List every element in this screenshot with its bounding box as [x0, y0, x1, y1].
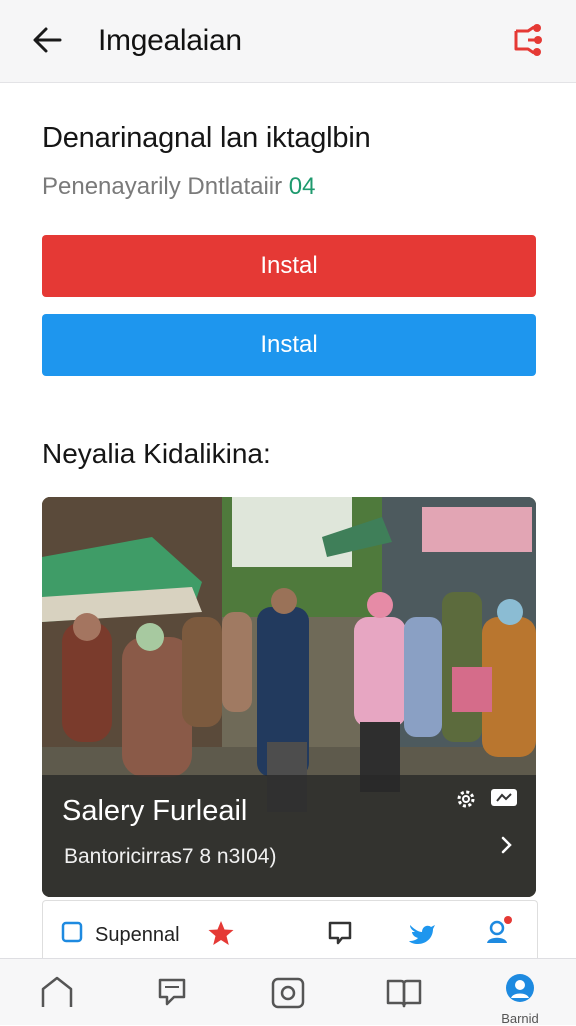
checkbox-icon[interactable] — [61, 921, 83, 943]
subheading-text: Penenayarily Dntlataiir — [42, 173, 289, 200]
install-button-secondary[interactable]: Instal — [42, 314, 536, 376]
bottom-nav: Barnid — [0, 958, 576, 1026]
comment-icon[interactable] — [327, 919, 353, 947]
nav-book[interactable] — [384, 973, 424, 1013]
photo-title: Salery Furleail — [62, 795, 248, 827]
action-label: Supennal — [95, 924, 180, 946]
star-icon[interactable] — [207, 919, 235, 947]
photo-card[interactable]: Salery Furleail Bantoricirras7 8 n3I04) — [42, 497, 536, 897]
book-icon — [386, 979, 422, 1008]
chat-icon — [158, 978, 186, 1006]
video-badge-icon[interactable] — [490, 787, 518, 809]
install-button-primary[interactable]: Instal — [42, 235, 536, 297]
photo-subtitle: Bantoricirras7 8 n3I04) — [64, 845, 277, 868]
back-button[interactable] — [26, 20, 70, 62]
chevron-right-icon[interactable] — [492, 831, 520, 859]
account-icon — [506, 974, 534, 1002]
app-title: Imgealaian — [98, 24, 242, 57]
share-button[interactable] — [508, 20, 548, 60]
home-icon — [41, 976, 73, 1007]
user-icon[interactable] — [483, 915, 513, 947]
action-bar: Supennal — [42, 900, 538, 961]
gear-icon[interactable] — [454, 787, 478, 811]
nav-chat[interactable] — [152, 973, 192, 1013]
page-subheading: Penenayarily Dntlataiir 04 — [42, 172, 316, 202]
section-title: Neyalia Kidalikina: — [42, 438, 271, 469]
subheading-accent: 04 — [288, 173, 316, 200]
nav-camera[interactable] — [268, 973, 308, 1013]
share-icon — [514, 24, 542, 56]
photo-caption-overlay: Salery Furleail Bantoricirras7 8 n3I04) — [42, 775, 536, 897]
page-heading: Denarinagnal lan iktaglbin — [42, 122, 371, 154]
camera-icon — [271, 977, 305, 1009]
nav-home[interactable] — [37, 973, 77, 1013]
arrow-left-icon — [33, 27, 62, 53]
app-bar: Imgealaian — [0, 0, 576, 83]
twitter-icon[interactable] — [408, 919, 436, 947]
nav-account[interactable] — [500, 971, 540, 1011]
